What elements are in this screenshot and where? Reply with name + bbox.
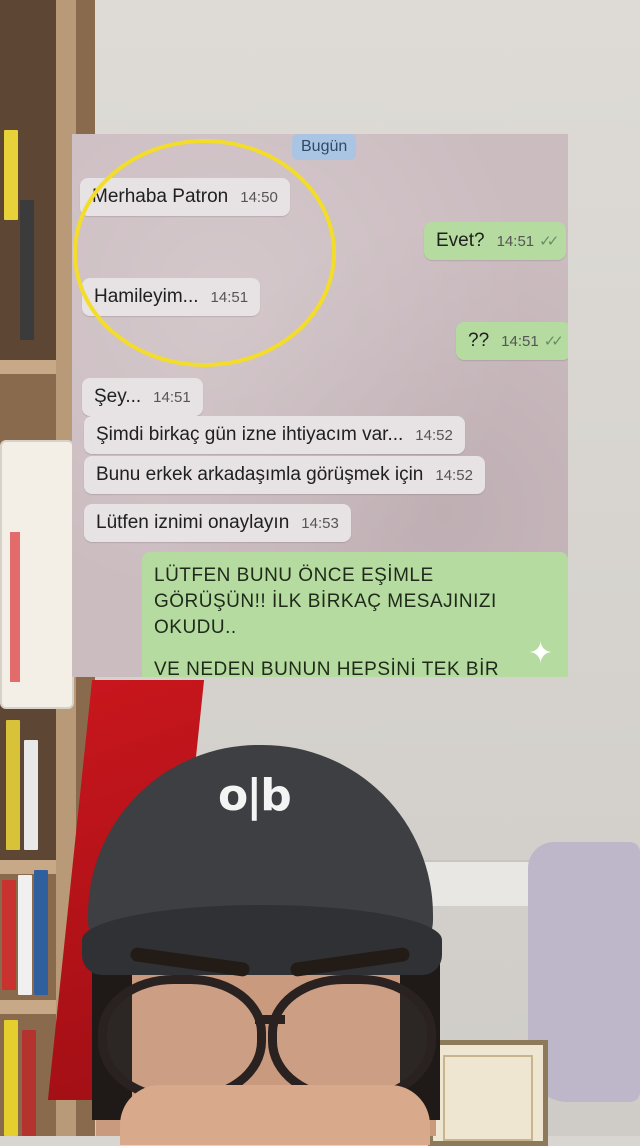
message-text: ?? [468,330,490,351]
message-time: 14:51 [496,232,535,250]
glasses-bridge [255,1015,285,1024]
date-label: Bugün [292,134,357,160]
framed-picture [428,1040,548,1146]
message-time: 14:51 [153,388,191,406]
book [24,740,38,850]
book [2,880,16,990]
book [22,1030,36,1136]
message-text: Bunu erkek arkadaşımla görüşmek için [96,464,424,485]
read-ticks-icon: ✓✓ [543,333,564,350]
cap-logo: o|b [218,770,292,821]
book [4,130,18,220]
glasses-left-lens [98,975,266,1103]
book [4,1020,18,1136]
frame-inner-border [443,1055,533,1141]
hand [120,1085,430,1145]
wall-poster [0,440,74,709]
message-text: Lütfen iznimi onaylayın [96,512,290,533]
reply-line: OKUDU.. [154,617,237,638]
message-bubble: Lütfen iznimi onaylayın 14:53 [84,504,351,542]
message-time: 14:51 [501,332,539,350]
reply-line: LÜTFEN BUNU ÖNCE EŞİMLE [154,565,434,586]
message-text: Şimdi birkaç gün izne ihtiyacım var... [96,424,404,445]
book [20,200,34,340]
message-time: 14:52 [415,426,453,444]
glasses-right-lens [268,975,436,1103]
message-bubble: Şimdi birkaç gün izne ihtiyacım var... 1… [84,416,465,454]
message-time: 14:53 [301,514,339,532]
sparkle-icon: ✦ [528,637,554,670]
reply-line: VE NEDEN BUNUN HEPSİNİ TEK BİR [154,659,500,677]
book [34,870,48,995]
message-bubble: Evet? 14:51 ✓✓ [424,222,567,260]
message-text: Evet? [436,230,485,251]
reply-line: GÖRÜŞÜN!! İLK BİRKAÇ MESAJINIZI [154,591,497,612]
highlight-circle [73,139,336,367]
reply-message: LÜTFEN BUNU ÖNCE EŞİMLE GÖRÜŞÜN!! İLK Bİ… [142,552,568,677]
message-bubble: ?? 14:51 ✓✓ [456,322,568,360]
message-bubble: Bunu erkek arkadaşımla görüşmek için 14:… [84,456,485,494]
message-text: Şey... [94,386,142,407]
poster-stripe [10,532,20,682]
cap-brim [82,905,442,975]
message-bubble: Şey... 14:51 [82,378,203,416]
read-ticks-icon: ✓✓ [539,233,559,250]
book [18,875,32,995]
book [6,720,20,850]
message-time: 14:52 [435,466,473,484]
